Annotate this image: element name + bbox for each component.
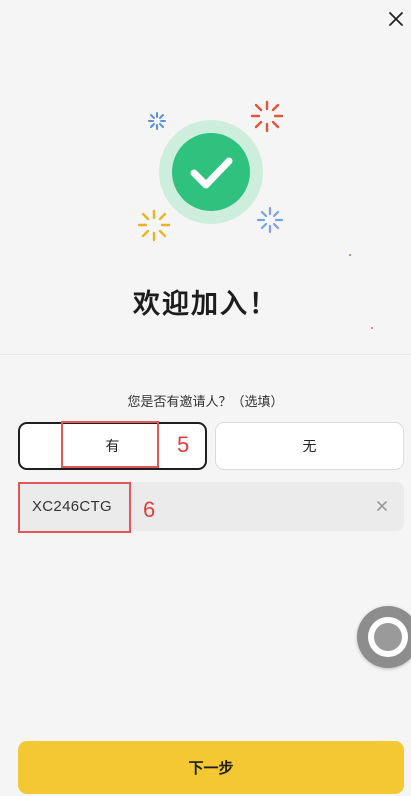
inviter-question: 您是否有邀请人？（选填）	[127, 395, 284, 410]
annotation-number-code: 6	[143, 497, 156, 522]
sparkle-red-icon	[250, 100, 284, 133]
next-step-label: 下一步	[188, 759, 234, 777]
section-divider	[0, 354, 411, 355]
annotation-box-yes	[61, 421, 159, 468]
floating-assistive-button[interactable]	[357, 606, 411, 668]
sparkle-yellow-icon	[137, 209, 171, 242]
option-no-label: 无	[302, 439, 317, 455]
annotation-box-code	[18, 482, 131, 533]
sparkle-blue-large-icon	[256, 206, 284, 234]
option-no-button[interactable]: 无	[215, 422, 404, 470]
check-circle	[172, 133, 250, 211]
sparkle-blue-small-icon	[148, 112, 166, 130]
welcome-title: 欢迎加入！	[133, 289, 278, 320]
annotation-number-yes: 5	[177, 432, 190, 457]
clear-icon	[377, 501, 387, 511]
next-step-button[interactable]: 下一步	[18, 741, 404, 794]
clear-input-button[interactable]	[374, 498, 390, 514]
